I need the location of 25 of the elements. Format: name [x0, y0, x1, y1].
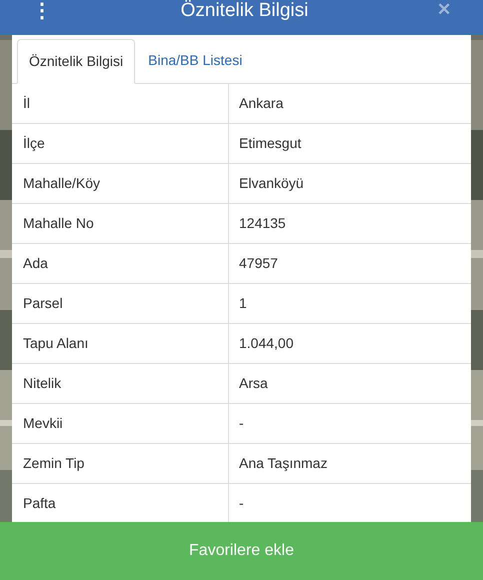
table-cell: Parsel	[12, 284, 229, 323]
table-cell-text: Ankara	[238, 94, 284, 113]
table-cell-text: Ana Taşınmaz	[238, 454, 328, 473]
table-cell: Zemin Tip	[12, 444, 229, 483]
table-cell-text: -	[238, 494, 245, 513]
table-cell-text: 124135	[238, 214, 287, 233]
table-cell-text: 1.044,00	[238, 334, 294, 353]
table-cell-text: Etimesgut	[238, 134, 302, 153]
menu-button[interactable]: ⋮	[32, 1, 52, 21]
tab[interactable]: Bina/BB Listesi	[135, 38, 256, 83]
table-cell: Mevkii	[12, 404, 229, 443]
table-cell: Tapu Alanı	[12, 324, 229, 363]
table-cell: İl	[12, 84, 229, 123]
table-cell: İlçe	[12, 124, 229, 163]
table-cell-text: -	[238, 414, 245, 433]
table-cell-text: Arsa	[238, 374, 269, 393]
table-cell: Nitelik	[12, 364, 229, 403]
table-cell: Ada	[12, 244, 229, 283]
table-cell-text: 47957	[238, 254, 279, 273]
table-cell-text: 1	[238, 294, 248, 313]
window-title: Öznitelik Bilgisi	[180, 1, 308, 20]
table-cell: Mahalle No	[12, 204, 229, 243]
table-cell-text: Elvanköyü	[238, 174, 305, 193]
table-cell: Mahalle/Köy	[12, 164, 229, 203]
tab[interactable]: Öznitelik Bilgisi	[17, 39, 136, 84]
